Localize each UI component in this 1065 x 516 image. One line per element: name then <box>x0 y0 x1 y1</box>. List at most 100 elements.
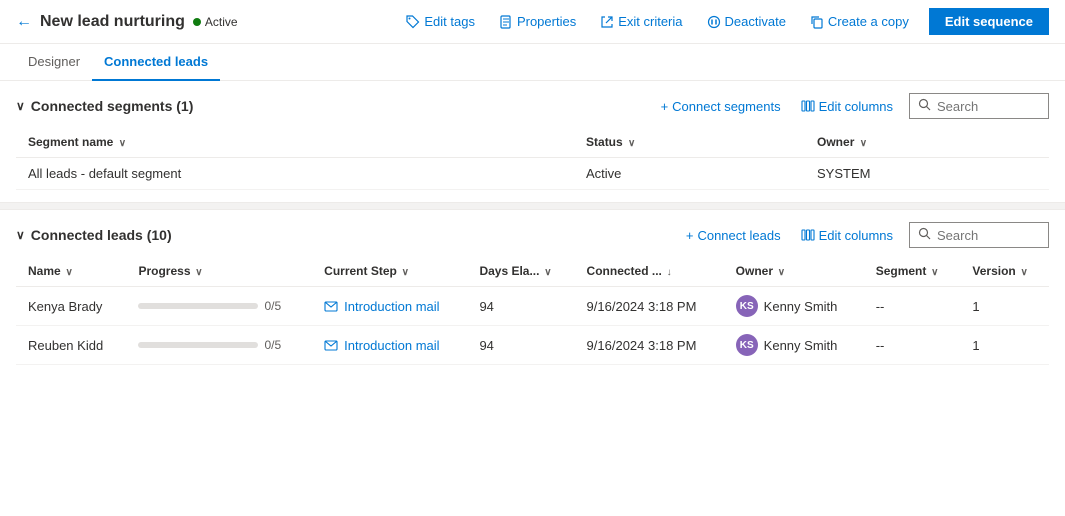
status-cell: Active <box>574 158 805 190</box>
col-leads-name[interactable]: Name ∨ <box>16 256 126 287</box>
leads-search-box <box>909 222 1049 248</box>
deactivate-icon <box>707 15 721 29</box>
col-leads-version[interactable]: Version ∨ <box>960 256 1049 287</box>
owner-name: Kenny Smith <box>764 299 838 314</box>
lead-segment-cell: -- <box>864 326 961 365</box>
segments-search-icon <box>918 98 931 114</box>
sort-progress-icon: ∨ <box>193 267 203 278</box>
avatar: KS <box>736 334 758 356</box>
lead-version-cell: 1 <box>960 287 1049 326</box>
lead-current-step-cell: Introduction mail <box>312 287 467 326</box>
tab-designer[interactable]: Designer <box>16 44 92 81</box>
col-leads-connected-date[interactable]: Connected ... ↓ <box>575 256 724 287</box>
lead-connected-date-cell: 9/16/2024 3:18 PM <box>575 287 724 326</box>
exit-criteria-label: Exit criteria <box>618 14 682 29</box>
status-text: Active <box>205 15 238 29</box>
lead-segment-cell: -- <box>864 287 961 326</box>
status-dot-icon <box>193 18 201 26</box>
connect-leads-label: Connect leads <box>697 228 780 243</box>
segments-actions: + Connect segments Edit columns <box>657 93 1049 119</box>
segments-section-title: ∨ Connected segments (1) <box>16 98 193 114</box>
col-status[interactable]: Status ∨ <box>574 127 805 158</box>
connect-segments-label: Connect segments <box>672 99 780 114</box>
progress-bar-bg <box>138 342 258 348</box>
sort-connected-date-icon: ↓ <box>664 267 672 278</box>
leads-search-icon <box>918 227 931 243</box>
connect-segments-button[interactable]: + Connect segments <box>657 95 785 118</box>
lead-days-elapsed-cell: 94 <box>467 287 574 326</box>
leads-chevron-icon[interactable]: ∨ <box>16 228 25 242</box>
segments-section-header: ∨ Connected segments (1) + Connect segme… <box>16 93 1049 119</box>
list-item: Reuben Kidd 0/5 Introduction mail 94 9/1… <box>16 326 1049 365</box>
back-button[interactable]: ← <box>16 13 32 31</box>
header-left: ← New lead nurturing Active <box>16 13 402 31</box>
segment-name-cell: All leads - default segment <box>16 158 574 190</box>
leads-table: Name ∨Progress ∨Current Step ∨Days Ela..… <box>16 256 1049 365</box>
col-leads-owner[interactable]: Owner ∨ <box>724 256 864 287</box>
sort-segment-icon: ∨ <box>928 267 938 278</box>
properties-icon <box>499 15 513 29</box>
header: ← New lead nurturing Active Edit tags Pr… <box>0 0 1065 44</box>
connect-leads-button[interactable]: + Connect leads <box>682 224 785 247</box>
sort-status-icon: ∨ <box>628 138 635 149</box>
avatar: KS <box>736 295 758 317</box>
properties-button[interactable]: Properties <box>495 10 580 33</box>
progress-label: 0/5 <box>264 338 281 352</box>
deactivate-button[interactable]: Deactivate <box>703 10 790 33</box>
segments-chevron-icon[interactable]: ∨ <box>16 99 25 113</box>
table-row: All leads - default segment Active SYSTE… <box>16 158 1049 190</box>
edit-columns-leads-label: Edit columns <box>819 228 893 243</box>
sort-segment-name-icon: ∨ <box>119 138 126 149</box>
lead-progress-cell: 0/5 <box>126 287 312 326</box>
leads-table-container: Name ∨Progress ∨Current Step ∨Days Ela..… <box>16 256 1049 365</box>
sort-owner-icon: ∨ <box>860 138 867 149</box>
progress-label: 0/5 <box>264 299 281 313</box>
owner-cell: SYSTEM <box>805 158 1049 190</box>
leads-section: ∨ Connected leads (10) + Connect leads E… <box>0 210 1065 377</box>
segments-table-head: Segment name ∨ Status ∨ Owner ∨ <box>16 127 1049 158</box>
col-segment-name[interactable]: Segment name ∨ <box>16 127 574 158</box>
sort-name-icon: ∨ <box>63 267 73 278</box>
col-leads-days-elapsed[interactable]: Days Ela... ∨ <box>467 256 574 287</box>
segments-title-text: Connected segments (1) <box>31 98 194 114</box>
deactivate-label: Deactivate <box>725 14 786 29</box>
create-copy-button[interactable]: Create a copy <box>806 10 913 33</box>
properties-label: Properties <box>517 14 576 29</box>
leads-actions: + Connect leads Edit columns <box>682 222 1049 248</box>
owner-name: Kenny Smith <box>764 338 838 353</box>
page-title: New lead nurturing <box>40 13 185 31</box>
edit-tags-button[interactable]: Edit tags <box>402 10 479 33</box>
col-leads-progress[interactable]: Progress ∨ <box>126 256 312 287</box>
col-leads-current-step[interactable]: Current Step ∨ <box>312 256 467 287</box>
tab-connected-leads[interactable]: Connected leads <box>92 44 220 81</box>
create-copy-label: Create a copy <box>828 14 909 29</box>
lead-current-step-cell: Introduction mail <box>312 326 467 365</box>
segments-search-box <box>909 93 1049 119</box>
lead-owner-cell: KS Kenny Smith <box>724 326 864 365</box>
sort-current-step-icon: ∨ <box>399 267 409 278</box>
col-leads-segment[interactable]: Segment ∨ <box>864 256 961 287</box>
col-owner[interactable]: Owner ∨ <box>805 127 1049 158</box>
edit-sequence-button[interactable]: Edit sequence <box>929 8 1049 35</box>
progress-bar-bg <box>138 303 258 309</box>
segments-table-container: Segment name ∨ Status ∨ Owner ∨ All lead… <box>16 127 1049 190</box>
header-actions: Edit tags Properties Exit criteria Deact… <box>402 8 1049 35</box>
lead-owner-cell: KS Kenny Smith <box>724 287 864 326</box>
leads-section-title: ∨ Connected leads (10) <box>16 227 172 243</box>
edit-columns-segments-button[interactable]: Edit columns <box>797 95 897 118</box>
leads-title-text: Connected leads (10) <box>31 227 172 243</box>
leads-search-input[interactable] <box>937 228 1040 243</box>
exit-criteria-button[interactable]: Exit criteria <box>596 10 686 33</box>
plus-icon: + <box>661 99 669 114</box>
section-divider <box>0 202 1065 210</box>
segments-table-body: All leads - default segment Active SYSTE… <box>16 158 1049 190</box>
edit-columns-leads-button[interactable]: Edit columns <box>797 224 897 247</box>
sort-owner-icon: ∨ <box>775 267 785 278</box>
exit-criteria-icon <box>600 15 614 29</box>
tab-bar: Designer Connected leads <box>0 44 1065 81</box>
leads-section-header: ∨ Connected leads (10) + Connect leads E… <box>16 222 1049 248</box>
segments-search-input[interactable] <box>937 99 1040 114</box>
segments-section: ∨ Connected segments (1) + Connect segme… <box>0 81 1065 202</box>
leads-plus-icon: + <box>686 228 694 243</box>
lead-progress-cell: 0/5 <box>126 326 312 365</box>
